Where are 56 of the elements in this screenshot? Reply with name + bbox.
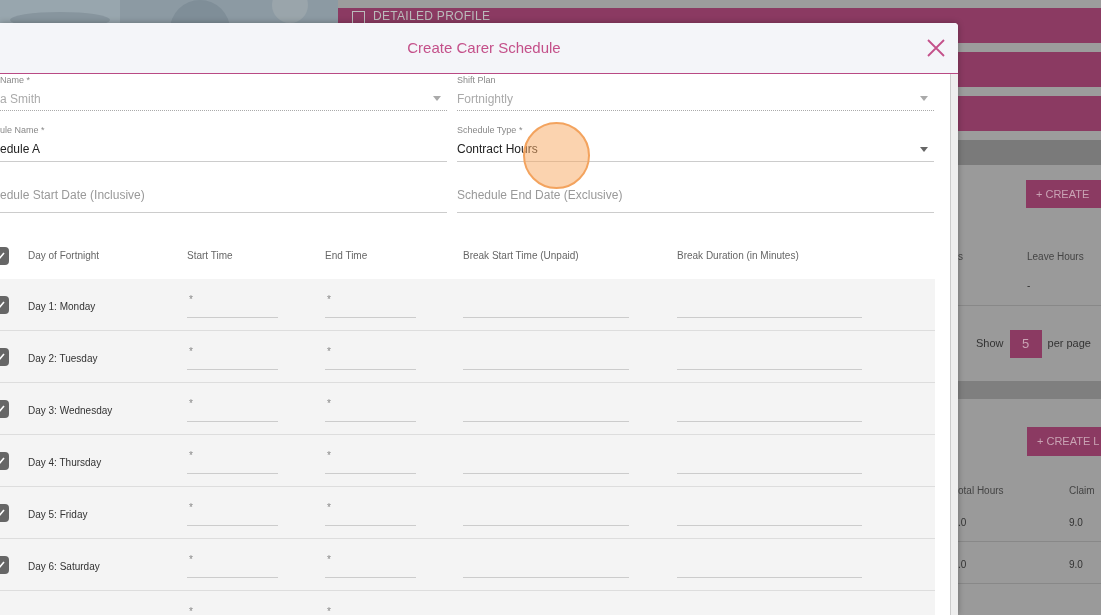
time-field[interactable]: * bbox=[187, 551, 278, 578]
date-field[interactable]: edule Start Date (Inclusive) bbox=[0, 162, 447, 213]
table-cell-text: 9.0 bbox=[1069, 516, 1083, 530]
show-label: Show bbox=[976, 336, 1004, 352]
column-header: otal Hours bbox=[958, 483, 1005, 498]
time-field[interactable]: * bbox=[187, 499, 278, 526]
per-page-label: per page bbox=[1047, 336, 1091, 352]
column-header: Leave Hours bbox=[1027, 249, 1084, 264]
table-cell-text: - bbox=[1027, 279, 1031, 293]
time-field[interactable]: * bbox=[325, 291, 416, 318]
column-header: Start Time bbox=[187, 249, 234, 263]
field-value: edule A bbox=[0, 141, 42, 158]
modal-title: Create Carer Schedule bbox=[406, 37, 561, 58]
close-button[interactable] bbox=[926, 38, 946, 58]
date-field[interactable]: Schedule End Date (Exclusive) bbox=[457, 162, 934, 213]
field-value: Fortnightly bbox=[457, 90, 515, 108]
create-button[interactable]: + CREATE bbox=[1026, 180, 1101, 208]
time-field[interactable]: * bbox=[325, 551, 416, 578]
column-header: Day of Fortnight bbox=[28, 249, 101, 263]
input-field[interactable]: ule Name * edule A bbox=[0, 111, 447, 162]
time-field[interactable]: * bbox=[325, 447, 416, 474]
time-field[interactable]: * bbox=[187, 343, 278, 370]
field-label: Name * bbox=[0, 74, 31, 86]
per-page-select[interactable]: 5 bbox=[1009, 329, 1042, 358]
dropdown-caret-icon bbox=[920, 96, 928, 101]
time-field[interactable]: * bbox=[325, 343, 416, 370]
day-label: Day 3: Wednesday bbox=[28, 404, 113, 416]
field-label: ule Name * bbox=[0, 124, 46, 136]
column-header: End Time bbox=[325, 249, 369, 263]
time-field[interactable]: * bbox=[187, 395, 278, 422]
create-button[interactable]: + CREATE L bbox=[1027, 427, 1101, 456]
day-label: Day 4: Thursday bbox=[28, 456, 102, 468]
column-header: Claim bbox=[1069, 483, 1095, 498]
time-field[interactable]: * bbox=[187, 603, 278, 615]
table-cell-text: .0 bbox=[958, 516, 968, 530]
field-label: Schedule Type * bbox=[457, 124, 524, 136]
scrollbar[interactable] bbox=[950, 74, 958, 615]
column-header: s bbox=[958, 249, 964, 264]
time-field[interactable]: * bbox=[325, 603, 416, 615]
dropdown-caret-icon bbox=[433, 96, 441, 101]
column-header: Break Start Time (Unpaid) bbox=[463, 249, 580, 263]
table-cell-text: .0 bbox=[958, 558, 968, 572]
field-label: Shift Plan bbox=[457, 74, 497, 86]
time-field[interactable]: * bbox=[187, 447, 278, 474]
time-field[interactable]: * bbox=[325, 499, 416, 526]
field-value: a Smith bbox=[0, 90, 42, 108]
time-field[interactable]: * bbox=[325, 395, 416, 422]
table-cell-text: 9.0 bbox=[1069, 558, 1083, 572]
day-label: Day 6: Saturday bbox=[28, 560, 100, 572]
column-header: Break Duration (in Minutes) bbox=[677, 249, 800, 263]
day-label: Day 5: Friday bbox=[28, 508, 88, 520]
dropdown-caret-icon bbox=[920, 146, 928, 152]
close-icon bbox=[926, 38, 946, 58]
time-field[interactable]: * bbox=[187, 291, 278, 318]
day-label: Day 2: Tuesday bbox=[28, 352, 98, 364]
day-label: Day 1: Monday bbox=[28, 300, 96, 312]
